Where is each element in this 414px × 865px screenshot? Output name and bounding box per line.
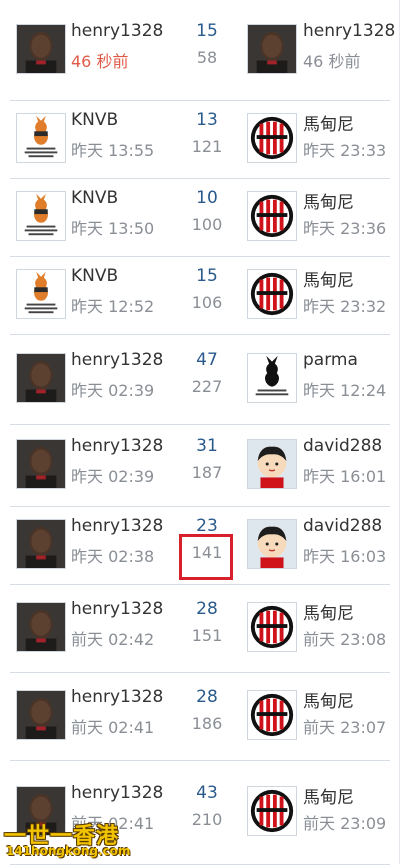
last-post-time: 昨天 16:03 xyxy=(303,547,387,566)
last-post-time: 46 秒前 xyxy=(303,52,361,71)
last-poster-avatar[interactable] xyxy=(247,602,297,652)
author-link[interactable]: henry1328 xyxy=(71,21,163,41)
last-post-time: 昨天 23:32 xyxy=(303,297,387,316)
author-avatar[interactable] xyxy=(16,519,66,569)
view-count: 106 xyxy=(191,293,223,312)
reply-count: 28 xyxy=(196,599,218,619)
author-avatar[interactable] xyxy=(16,690,66,740)
thread-list: henry1328 46 秒前 15 58 henry1328 46 秒前 KNVB 昨天… xyxy=(0,0,414,865)
thread-row[interactable]: KNVB 昨天 13:55 13 121 馬甸尼昨天 23:33 xyxy=(10,100,390,179)
post-time: 昨天 02:38 xyxy=(71,547,155,566)
last-poster-link[interactable]: david288 xyxy=(303,436,382,456)
author-avatar[interactable] xyxy=(16,439,66,489)
last-poster-link[interactable]: 馬甸尼 xyxy=(303,110,354,135)
thread-row[interactable]: henry1328 前天 02:41 28 186 馬甸尼前天 23:07 xyxy=(10,672,390,761)
author-link[interactable]: henry1328 xyxy=(71,783,163,803)
last-post-time: 昨天 23:36 xyxy=(303,219,387,238)
last-poster-avatar[interactable] xyxy=(247,519,297,569)
post-time: 前天 02:41 xyxy=(71,718,155,737)
thread-row[interactable]: henry1328 昨天 02:39 31 187 david288 昨天 16:01 xyxy=(10,424,390,507)
last-poster-link[interactable]: 馬甸尼 xyxy=(303,599,354,624)
author-link[interactable]: KNVB xyxy=(71,266,118,286)
last-poster-avatar[interactable] xyxy=(247,113,297,163)
last-poster-avatar[interactable] xyxy=(247,690,297,740)
author-avatar[interactable] xyxy=(16,113,66,163)
view-count: 227 xyxy=(191,377,223,396)
last-poster-avatar[interactable] xyxy=(247,353,297,403)
author-avatar[interactable] xyxy=(16,602,66,652)
last-poster-avatar[interactable] xyxy=(247,191,297,241)
author-avatar[interactable] xyxy=(16,191,66,241)
last-poster-link[interactable]: 馬甸尼 xyxy=(303,266,354,291)
reply-count: 47 xyxy=(196,350,218,370)
view-count: 151 xyxy=(191,626,223,645)
author-link[interactable]: henry1328 xyxy=(71,599,163,619)
last-poster-link[interactable]: henry1328 xyxy=(303,21,395,41)
view-count: 210 xyxy=(191,810,223,829)
last-poster-link[interactable]: 馬甸尼 xyxy=(303,687,354,712)
author-avatar[interactable] xyxy=(16,269,66,319)
reply-count: 10 xyxy=(196,188,218,208)
last-post-time: 昨天 23:33 xyxy=(303,141,387,160)
divider xyxy=(399,0,400,864)
last-poster-avatar[interactable] xyxy=(247,786,297,836)
reply-count: 31 xyxy=(196,436,218,456)
view-count: 187 xyxy=(191,463,223,482)
reply-count: 28 xyxy=(196,687,218,707)
last-poster-avatar[interactable] xyxy=(247,439,297,489)
view-count: 186 xyxy=(191,714,223,733)
post-time: 前天 02:42 xyxy=(71,630,155,649)
view-count: 58 xyxy=(196,48,218,67)
post-time: 昨天 13:50 xyxy=(71,219,155,238)
author-link[interactable]: henry1328 xyxy=(71,687,163,707)
view-count: 100 xyxy=(191,215,223,234)
watermark: 一世一香港 141hongkong.com xyxy=(4,818,132,862)
last-poster-avatar[interactable] xyxy=(247,24,297,74)
author-avatar[interactable] xyxy=(16,24,66,74)
reply-count: 15 xyxy=(196,21,218,41)
last-post-time: 前天 23:08 xyxy=(303,630,387,649)
post-time: 昨天 13:55 xyxy=(71,141,155,160)
reply-count: 15 xyxy=(196,266,218,286)
reply-count: 43 xyxy=(196,783,218,803)
view-count: 121 xyxy=(191,137,223,156)
last-post-time: 前天 23:07 xyxy=(303,718,387,737)
thread-row[interactable]: henry1328 前天 02:42 28 151 馬甸尼前天 23:08 xyxy=(10,584,390,673)
last-post-time: 昨天 16:01 xyxy=(303,467,387,486)
last-poster-link[interactable]: 馬甸尼 xyxy=(303,783,354,808)
author-link[interactable]: henry1328 xyxy=(71,436,163,456)
thread-row[interactable]: henry1328 昨天 02:39 47 227 parma 昨天 12:24 xyxy=(10,334,390,425)
thread-row[interactable]: henry1328 46 秒前 15 58 henry1328 46 秒前 xyxy=(10,0,395,101)
last-post-time: 前天 23:09 xyxy=(303,814,387,833)
last-poster-link[interactable]: parma xyxy=(303,350,358,370)
post-time: 昨天 02:39 xyxy=(71,381,155,400)
author-link[interactable]: henry1328 xyxy=(71,516,163,536)
thread-row[interactable]: KNVB 昨天 12:52 15 106 馬甸尼昨天 23:32 xyxy=(10,256,390,335)
post-time: 46 秒前 xyxy=(71,52,129,71)
highlight-box xyxy=(179,534,233,580)
author-avatar[interactable] xyxy=(16,353,66,403)
watermark-en: 141hongkong.com xyxy=(6,844,131,858)
post-time: 昨天 12:52 xyxy=(71,297,155,316)
thread-row[interactable]: KNVB 昨天 13:50 10 100 馬甸尼昨天 23:36 xyxy=(10,178,390,257)
reply-count: 23 xyxy=(196,516,218,536)
post-time: 昨天 02:39 xyxy=(71,467,155,486)
last-poster-link[interactable]: 馬甸尼 xyxy=(303,188,354,213)
last-poster-link[interactable]: david288 xyxy=(303,516,382,536)
author-link[interactable]: henry1328 xyxy=(71,350,163,370)
last-poster-avatar[interactable] xyxy=(247,269,297,319)
last-post-time: 昨天 12:24 xyxy=(303,381,387,400)
author-link[interactable]: KNVB xyxy=(71,188,118,208)
reply-count: 13 xyxy=(196,110,218,130)
author-link[interactable]: KNVB xyxy=(71,110,118,130)
